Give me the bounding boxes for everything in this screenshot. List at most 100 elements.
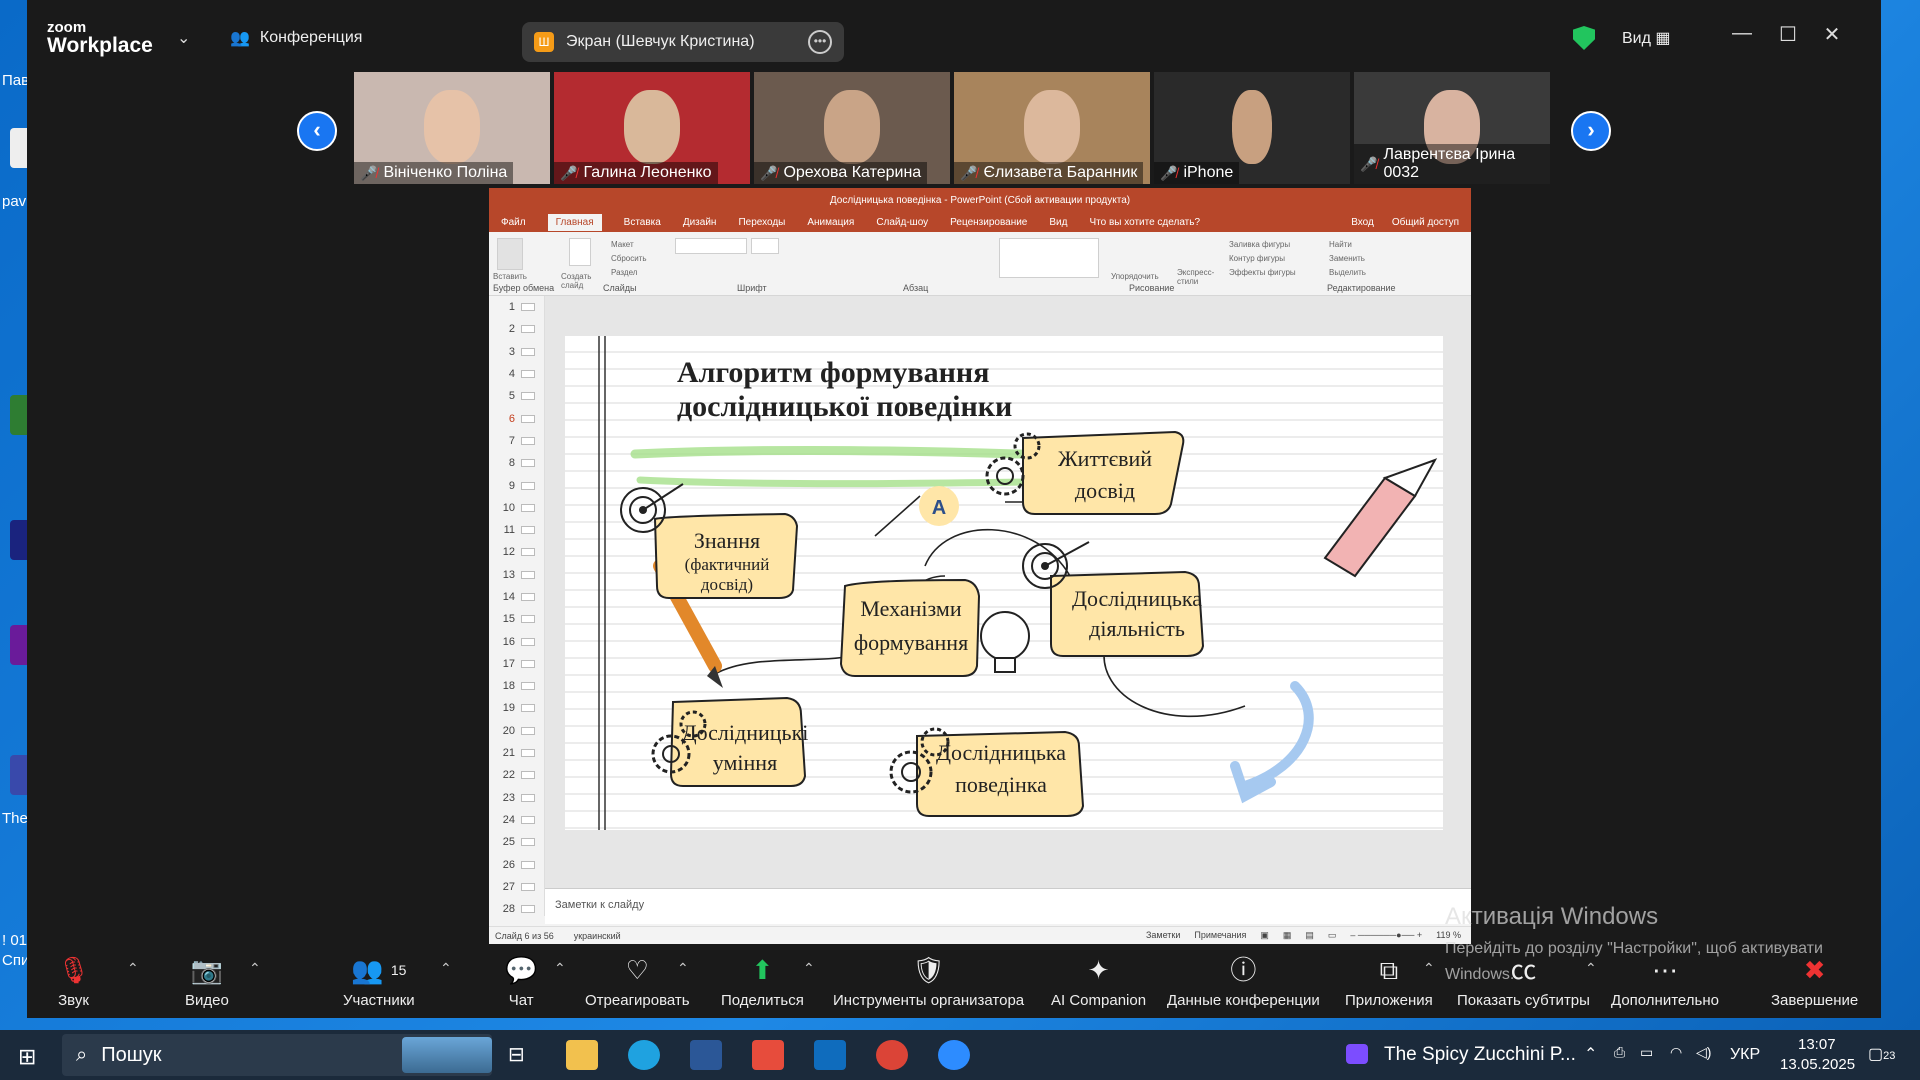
clock-time[interactable]: 13:07 — [1798, 1036, 1836, 1053]
desktop-label[interactable]: ! 01 — [2, 932, 27, 949]
shapes-gallery[interactable] — [999, 238, 1099, 278]
slide-thumbnail[interactable]: 24 — [489, 809, 544, 831]
find-button[interactable]: Найти — [1329, 240, 1352, 249]
clock-date[interactable]: 13.05.2025 — [1780, 1056, 1855, 1073]
media-title[interactable]: The Spicy Zucchini P... — [1384, 1044, 1576, 1066]
comments-toggle[interactable]: Примечания — [1194, 930, 1246, 941]
slide-thumbnail[interactable]: 15 — [489, 608, 544, 630]
video-button[interactable]: 📷 Видео — [185, 954, 229, 1009]
font-size-box[interactable] — [751, 238, 779, 254]
mail-icon[interactable] — [814, 1040, 846, 1070]
notes-pane[interactable]: Заметки к слайду — [545, 888, 1471, 924]
meeting-info-button[interactable]: ⓘ Данные конференции — [1167, 954, 1320, 1009]
close-icon[interactable]: ✕ — [1817, 22, 1847, 47]
font-name-box[interactable] — [675, 238, 747, 254]
slide-thumbnail[interactable]: 22 — [489, 764, 544, 786]
tab-review[interactable]: Рецензирование — [950, 217, 1027, 228]
tray-overflow-icon[interactable]: ⌃ — [1584, 1044, 1597, 1064]
volume-icon[interactable]: ◁) — [1696, 1044, 1711, 1061]
desktop-label[interactable]: Спи — [2, 952, 29, 969]
normal-view-icon[interactable]: ▣ — [1260, 930, 1269, 941]
next-page-button[interactable]: › — [1571, 111, 1611, 151]
slide-thumbnail[interactable]: 10 — [489, 497, 544, 519]
desktop-label[interactable]: The — [2, 810, 28, 827]
slide-thumbnail[interactable]: 25 — [489, 831, 544, 853]
slide-thumbnail[interactable]: 28 — [489, 898, 544, 920]
chevron-down-icon[interactable]: ⌄ — [177, 28, 190, 48]
desktop-label[interactable]: Пав — [2, 72, 29, 89]
view-button[interactable]: Вид ▦ — [1622, 28, 1671, 48]
react-button[interactable]: ♡ Отреагировать — [585, 954, 690, 1009]
tab-view[interactable]: Вид — [1049, 217, 1067, 228]
slide-thumbnail[interactable]: 2 — [489, 318, 544, 340]
chat-button[interactable]: 💬 Чат — [505, 954, 537, 1009]
reading-view-icon[interactable]: ▤ — [1305, 930, 1314, 941]
media-app-icon[interactable] — [1346, 1044, 1368, 1064]
tab-transitions[interactable]: Переходы — [738, 217, 785, 228]
apps-button[interactable]: ⧉ Приложения — [1345, 954, 1433, 1009]
share-button[interactable]: ⬆ Поделиться — [721, 954, 804, 1009]
sorter-view-icon[interactable]: ▦ — [1283, 930, 1292, 941]
video-tile[interactable]: 🎤̸ iPhone — [1154, 72, 1350, 184]
slide-thumbnail[interactable]: 5 — [489, 385, 544, 407]
windows-start-icon[interactable]: ⊞ — [18, 1044, 36, 1070]
wifi-icon[interactable]: ◠ — [1670, 1044, 1682, 1061]
taskbar-search[interactable]: ⌕ Пошук — [62, 1034, 492, 1076]
reset-button[interactable]: Сбросить — [611, 254, 647, 263]
slide-thumbnail[interactable]: 18 — [489, 675, 544, 697]
slide-thumbnail[interactable]: 23 — [489, 787, 544, 809]
video-tile[interactable]: 🎤̸ Єлизавета Баранник — [954, 72, 1150, 184]
tell-me-search[interactable]: Что вы хотите сделать? — [1089, 217, 1200, 228]
minimize-icon[interactable]: — — [1727, 22, 1757, 45]
slide-thumbnail[interactable]: 26 — [489, 853, 544, 875]
tab-animation[interactable]: Анимация — [807, 217, 854, 228]
conference-menu[interactable]: 👥 Конференция — [230, 28, 362, 48]
tab-home[interactable]: Главная — [547, 213, 602, 231]
more-icon[interactable]: ••• — [808, 30, 832, 54]
slide-thumbnail[interactable]: 19 — [489, 697, 544, 719]
video-options-caret[interactable]: ⌃ — [249, 960, 261, 977]
layout-button[interactable]: Макет — [611, 240, 634, 249]
prev-page-button[interactable]: ‹ — [297, 111, 337, 151]
slideshow-view-icon[interactable]: ▭ — [1328, 930, 1337, 941]
shape-effects-button[interactable]: Эффекты фигуры — [1229, 268, 1296, 277]
select-button[interactable]: Выделить — [1329, 268, 1366, 277]
slide-thumbnail[interactable]: 12 — [489, 541, 544, 563]
notification-icon[interactable]: ▢23 — [1868, 1044, 1895, 1064]
audio-options-caret[interactable]: ⌃ — [127, 960, 139, 977]
slide-thumbnail[interactable]: 16 — [489, 630, 544, 652]
share-options-caret[interactable]: ⌃ — [803, 960, 815, 977]
battery-icon[interactable]: ▭ — [1640, 1044, 1653, 1061]
apps-options-caret[interactable]: ⌃ — [1423, 960, 1435, 977]
tab-file[interactable]: Файл — [501, 217, 526, 228]
paste-icon[interactable] — [497, 238, 523, 270]
slide-thumbnail[interactable]: 4 — [489, 363, 544, 385]
video-tile[interactable]: 🎤̸ Орехова Катерина — [754, 72, 950, 184]
slide-thumbnail[interactable]: 3 — [489, 341, 544, 363]
notes-toggle[interactable]: Заметки — [1146, 930, 1180, 941]
react-options-caret[interactable]: ⌃ — [677, 960, 689, 977]
slide-thumbnail[interactable]: 14 — [489, 586, 544, 608]
slide-thumbnail[interactable]: 27 — [489, 876, 544, 898]
word-icon[interactable] — [690, 1040, 722, 1070]
participants-options-caret[interactable]: ⌃ — [440, 960, 452, 977]
task-view-icon[interactable]: ⊟ — [508, 1042, 525, 1067]
edge-icon[interactable] — [628, 1040, 660, 1070]
meet-now-icon[interactable]: ⎙ — [1614, 1044, 1625, 1061]
section-button[interactable]: Раздел — [611, 268, 637, 277]
video-tile[interactable]: 🎤̸ Вініченко Поліна — [354, 72, 550, 184]
video-tile[interactable]: 🎤̸ Лаврентєва Ірина 0032 — [1354, 72, 1550, 184]
new-slide-icon[interactable] — [569, 238, 591, 266]
screen-share-pill[interactable]: Ш Экран (Шевчук Кристина) ••• — [522, 22, 844, 62]
host-tools-button[interactable]: 🛡 Инструменты организатора — [833, 954, 1024, 1009]
audio-button[interactable]: 🎙 Звук — [57, 954, 90, 1009]
language-indicator[interactable]: украинский — [574, 931, 621, 941]
language-indicator[interactable]: УКР — [1730, 1046, 1760, 1064]
shape-fill-button[interactable]: Заливка фигуры — [1229, 240, 1290, 249]
file-explorer-icon[interactable] — [566, 1040, 598, 1070]
slide-thumbnail[interactable]: 6 — [489, 407, 544, 429]
slide-thumbnail[interactable]: 21 — [489, 742, 544, 764]
chrome-icon[interactable] — [876, 1040, 908, 1070]
shape-outline-button[interactable]: Контур фигуры — [1229, 254, 1285, 263]
chat-options-caret[interactable]: ⌃ — [554, 960, 566, 977]
